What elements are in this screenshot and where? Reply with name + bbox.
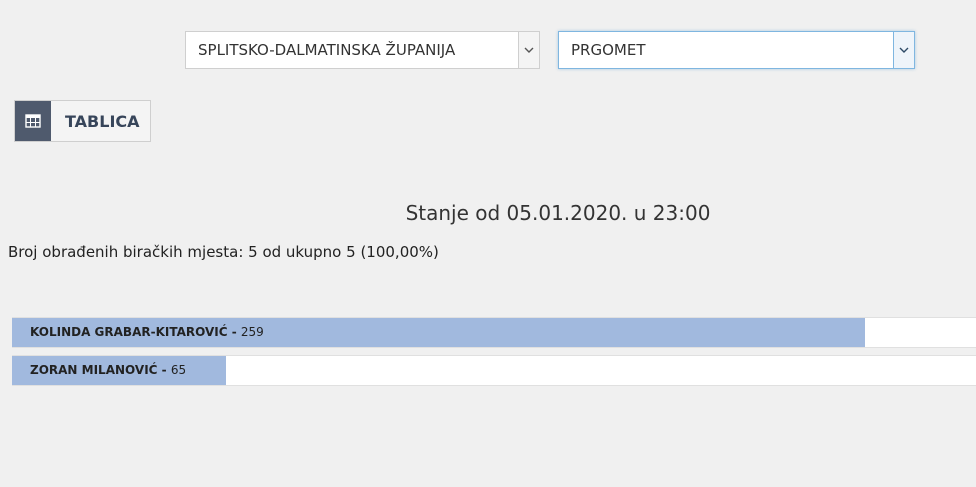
- candidate-votes: 259: [240, 325, 264, 339]
- county-select-value: SPLITSKO-DALMATINSKA ŽUPANIJA: [198, 41, 456, 59]
- candidate-bar-label: KOLINDA GRABAR-KITAROVIĆ - 259: [30, 318, 264, 347]
- town-select-value: PRGOMET: [571, 41, 646, 59]
- candidate-name: ZORAN MILANOVIĆ: [30, 363, 158, 377]
- town-select[interactable]: PRGOMET: [558, 31, 915, 69]
- candidate-votes: 65: [170, 363, 187, 377]
- chevron-down-icon[interactable]: [893, 32, 914, 68]
- county-select[interactable]: SPLITSKO-DALMATINSKA ŽUPANIJA: [185, 31, 540, 69]
- table-icon: [15, 101, 51, 141]
- candidate-bar-row: ZORAN MILANOVIĆ - 65: [12, 355, 976, 386]
- processed-stations: Broj obrađenih biračkih mjesta: 5 od uku…: [8, 243, 439, 261]
- candidate-bar-label: ZORAN MILANOVIĆ - 65: [30, 356, 186, 385]
- table-view-button[interactable]: TABLICA: [14, 100, 151, 142]
- label-separator: -: [227, 325, 241, 339]
- label-separator: -: [157, 363, 171, 377]
- chevron-down-icon[interactable]: [518, 32, 539, 68]
- table-view-label: TABLICA: [65, 111, 140, 131]
- election-results-page: SPLITSKO-DALMATINSKA ŽUPANIJA PRGOMET TA…: [0, 0, 976, 487]
- candidate-bar-row: KOLINDA GRABAR-KITAROVIĆ - 259: [12, 317, 976, 348]
- status-title: Stanje od 05.01.2020. u 23:00: [405, 201, 711, 225]
- candidate-name: KOLINDA GRABAR-KITAROVIĆ: [30, 325, 228, 339]
